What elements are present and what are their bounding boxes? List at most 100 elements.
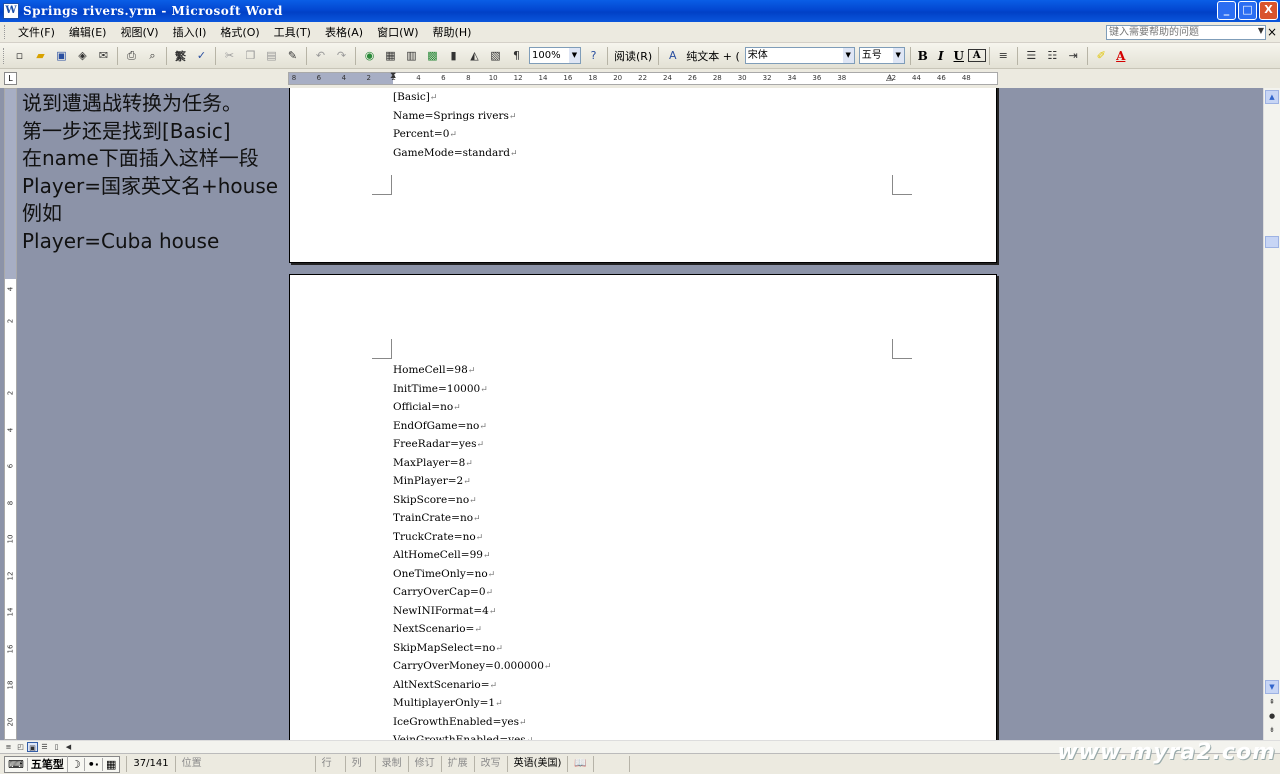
character-border-button[interactable]: A [967, 49, 986, 62]
vertical-ruler[interactable]: 4 2 2 4 6 8 10 12 14 16 18 20 [4, 88, 17, 740]
text-line[interactable]: GameMode=standard↵ [393, 144, 518, 163]
underline-button[interactable]: U [950, 49, 968, 63]
text-line[interactable]: MultiplayerOnly=1↵ [393, 694, 551, 713]
scroll-down-icon[interactable]: ▼ [1265, 680, 1279, 694]
overtype-mode[interactable]: 改写 [473, 756, 507, 772]
language-indicator[interactable]: 英语(美国) [506, 756, 568, 772]
scroll-left-icon[interactable]: ◀ [63, 742, 74, 752]
redo-icon[interactable]: ↷ [332, 46, 351, 65]
page-1[interactable]: [Basic]↵ Name=Springs rivers↵ Percent=0↵ Ga… [289, 88, 997, 263]
permission-icon[interactable]: ◈ [73, 46, 92, 65]
text-line[interactable]: SkipScore=no↵ [393, 491, 551, 510]
text-line[interactable]: TrainCrate=no↵ [393, 509, 551, 528]
text-line[interactable]: [Basic]↵ [393, 88, 518, 107]
page-2-text[interactable]: HomeCell=98↵ InitTime=10000↵ Official=no↵ E… [393, 361, 551, 740]
hyperlink-icon[interactable]: ◉ [360, 46, 379, 65]
ime-toolbar[interactable]: ⌨ 五笔型 ☽ •· ▦ [4, 755, 121, 773]
text-line[interactable]: AltNextScenario=↵ [393, 676, 551, 695]
insert-table-icon[interactable]: ▥ [402, 46, 421, 65]
menu-tools[interactable]: 工具(T) [267, 24, 318, 40]
text-line[interactable]: AltHomeCell=99↵ [393, 546, 551, 565]
record-mode[interactable]: 录制 [374, 756, 408, 772]
scroll-thumb[interactable] [1265, 236, 1279, 248]
text-line[interactable]: Name=Springs rivers↵ [393, 107, 518, 126]
text-line[interactable]: NewINIFormat=4↵ [393, 602, 551, 621]
save-icon[interactable]: ▣ [52, 46, 71, 65]
text-line[interactable]: MinPlayer=2↵ [393, 472, 551, 491]
email-icon[interactable]: ✉ [94, 46, 113, 65]
text-line[interactable]: CarryOverMoney=0.000000↵ [393, 657, 551, 676]
format-painter-icon[interactable]: ✎ [283, 46, 302, 65]
simplified-traditional-icon[interactable]: 繁 [171, 46, 190, 65]
document-workspace[interactable]: [Basic]↵ Name=Springs rivers↵ Percent=0↵ Ga… [20, 88, 1263, 740]
ime-punctuation-icon[interactable]: •· [85, 757, 103, 771]
font-size-select[interactable]: 五号 ▼ [858, 47, 905, 64]
help-search-input[interactable] [1106, 25, 1266, 40]
menu-insert[interactable]: 插入(I) [166, 24, 214, 40]
tables-borders-icon[interactable]: ▦ [381, 46, 400, 65]
menu-help[interactable]: 帮助(H) [426, 24, 479, 40]
toolbar-grip[interactable] [3, 47, 6, 64]
document-map-icon[interactable]: ▧ [486, 46, 505, 65]
text-line[interactable]: OneTimeOnly=no↵ [393, 565, 551, 584]
font-select[interactable]: 宋体 ▼ [744, 47, 855, 64]
outline-view-icon[interactable]: ☰ [39, 742, 50, 752]
document-close-icon[interactable]: × [1267, 25, 1277, 39]
page-2[interactable]: HomeCell=98↵ InitTime=10000↵ Official=no↵ E… [289, 274, 997, 740]
menu-format[interactable]: 格式(O) [213, 24, 266, 40]
numbering-icon[interactable]: ☰ [1022, 46, 1041, 65]
highlight-icon[interactable]: ✐ [1092, 46, 1111, 65]
ime-name[interactable]: 五笔型 [28, 756, 68, 772]
zoom-select[interactable]: 100% ▼ [529, 47, 581, 64]
menu-file[interactable]: 文件(F) [11, 24, 62, 40]
cut-icon[interactable]: ✂ [220, 46, 239, 65]
italic-button[interactable]: I [932, 49, 950, 63]
copy-icon[interactable]: ❐ [241, 46, 260, 65]
ime-icon[interactable]: ⌨ [5, 757, 28, 771]
close-button[interactable]: X [1259, 1, 1278, 20]
new-document-icon[interactable]: ▫ [10, 46, 29, 65]
open-folder-icon[interactable]: ▰ [31, 46, 50, 65]
text-line[interactable]: Official=no↵ [393, 398, 551, 417]
next-page-icon[interactable]: ⇟ [1265, 724, 1279, 738]
tab-stop-icon[interactable]: L [4, 72, 17, 85]
show-hide-icon[interactable]: ¶ [507, 46, 526, 65]
text-line[interactable]: CarryOverCap=0↵ [393, 583, 551, 602]
minimize-button[interactable]: _ [1217, 1, 1236, 20]
reading-view-icon[interactable]: ▯ [51, 742, 62, 752]
ime-softkeyboard-icon[interactable]: ▦ [103, 758, 119, 771]
spelling-icon[interactable]: ✓ [192, 46, 211, 65]
help-icon[interactable]: ? [584, 46, 603, 65]
bullets-icon[interactable]: ☷ [1043, 46, 1062, 65]
right-indent-marker-icon[interactable]: △ [886, 73, 893, 83]
normal-view-icon[interactable]: ≡ [3, 742, 14, 752]
indent-marker-icon[interactable]: ⧗ [390, 71, 396, 81]
menu-window[interactable]: 窗口(W) [370, 24, 425, 40]
spelling-status-icon[interactable]: 📖 [567, 756, 592, 772]
read-mode-button[interactable]: 阅读(R) [614, 48, 652, 64]
text-line[interactable]: TruckCrate=no↵ [393, 528, 551, 547]
text-line[interactable]: Percent=0↵ [393, 125, 518, 144]
print-view-icon[interactable]: ▣ [27, 742, 38, 752]
ime-halfwidth-icon[interactable]: ☽ [68, 757, 85, 771]
vertical-scrollbar[interactable]: ▲ ▼ ⇞ ● ⇟ [1263, 88, 1280, 740]
align-justify-icon[interactable]: ≡ [994, 46, 1013, 65]
text-line[interactable]: FreeRadar=yes↵ [393, 435, 551, 454]
text-line[interactable]: InitTime=10000↵ [393, 380, 551, 399]
browse-object-icon[interactable]: ● [1265, 710, 1279, 724]
scroll-up-icon[interactable]: ▲ [1265, 90, 1279, 104]
menu-edit[interactable]: 编辑(E) [62, 24, 114, 40]
drawing-icon[interactable]: ◭ [465, 46, 484, 65]
insert-excel-icon[interactable]: ▩ [423, 46, 442, 65]
style-select[interactable]: 纯文本 + ( [686, 48, 740, 64]
horizontal-ruler[interactable]: 8 6 4 2 2 4 6 8 10 12 14 16 18 20 22 24 26 28 30 32 34 36 38 42… [288, 71, 998, 85]
print-icon[interactable]: ⎙ [122, 46, 141, 65]
chevron-down-icon[interactable]: ▼ [842, 48, 854, 63]
paste-icon[interactable]: ▤ [262, 46, 281, 65]
previous-page-icon[interactable]: ⇞ [1265, 696, 1279, 710]
styles-icon[interactable]: A [663, 46, 682, 65]
menu-table[interactable]: 表格(A) [318, 24, 370, 40]
text-line[interactable]: SkipMapSelect=no↵ [393, 639, 551, 658]
columns-icon[interactable]: ▮ [444, 46, 463, 65]
chevron-down-icon[interactable]: ▼ [892, 48, 904, 63]
